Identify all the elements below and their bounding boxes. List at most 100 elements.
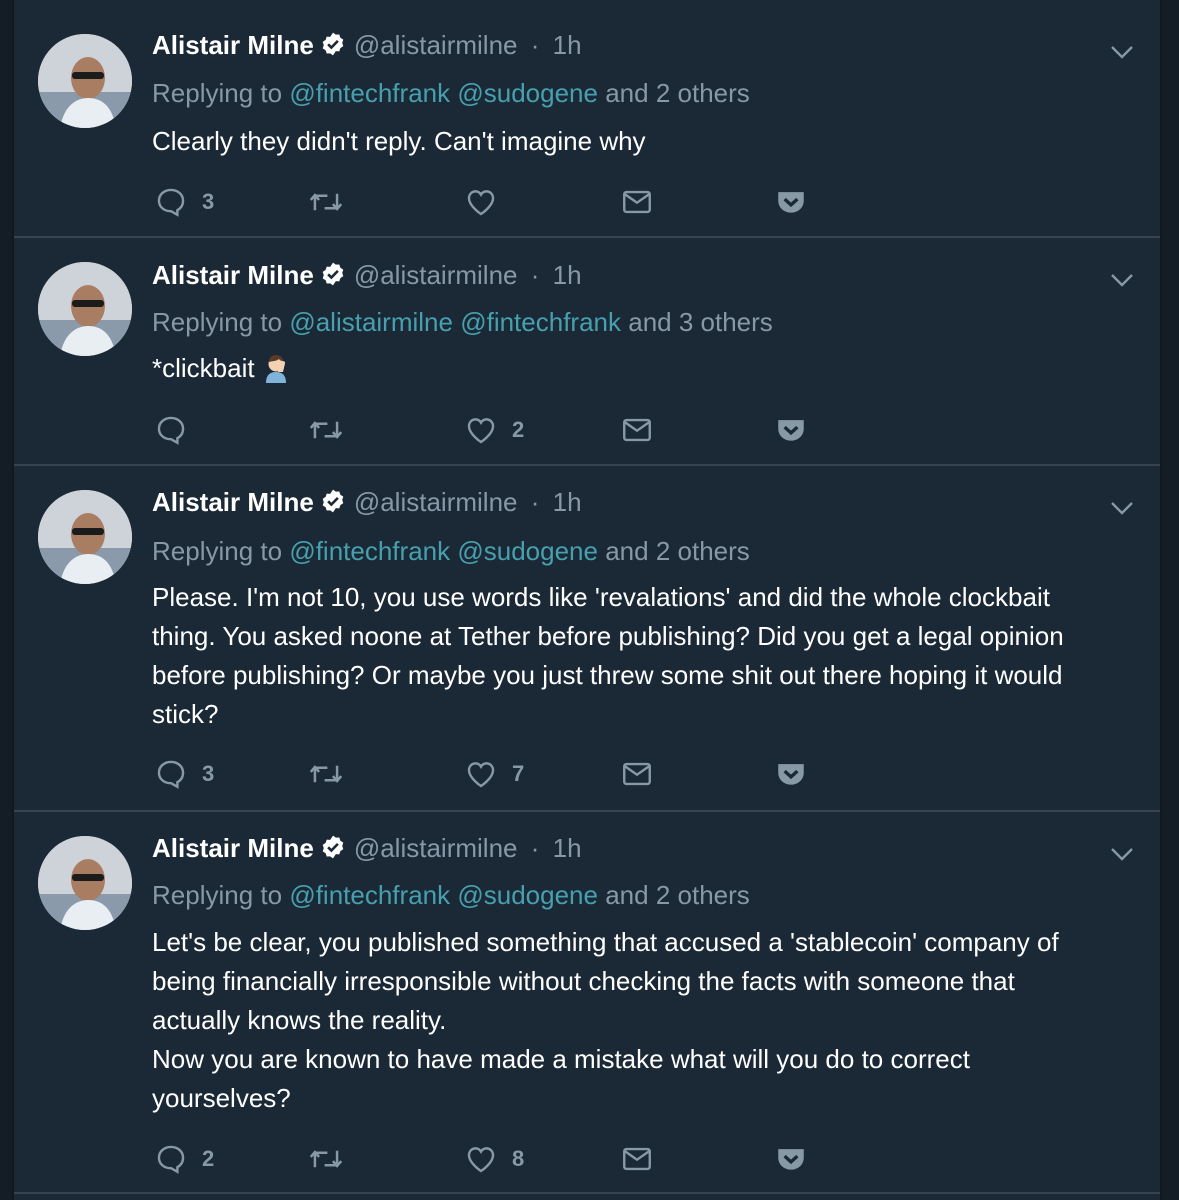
others-link[interactable]: and 2 others — [605, 536, 750, 566]
retweet-icon — [309, 193, 343, 211]
pocket-button[interactable] — [774, 756, 808, 792]
mention-link[interactable]: @sudogene — [457, 536, 598, 566]
like-button[interactable]: 8 — [464, 1141, 524, 1177]
replying-to: Replying to @alistairmilne @fintechfrank… — [152, 307, 773, 337]
reply-icon — [157, 760, 185, 789]
display-name[interactable]: Alistair Milne — [152, 487, 314, 517]
heart-icon — [467, 190, 495, 216]
handle[interactable]: @alistairmilne — [354, 260, 518, 290]
pocket-icon — [778, 192, 804, 213]
tweet[interactable]: Alistair Milne @alistairmilne · 1h Replyi… — [14, 238, 1160, 466]
like-count: 8 — [512, 1146, 525, 1171]
verified-badge-icon — [320, 31, 346, 63]
retweet-button[interactable] — [308, 756, 358, 792]
mention-link[interactable]: @fintechfrank — [289, 78, 450, 108]
like-button[interactable]: 2 — [464, 412, 524, 448]
display-name[interactable]: Alistair Milne — [152, 260, 314, 290]
replying-prefix: Replying to — [152, 78, 283, 108]
chevron-down-icon[interactable] — [1110, 272, 1134, 288]
timestamp[interactable]: 1h — [553, 30, 582, 60]
others-link[interactable]: and 2 others — [605, 78, 750, 108]
reply-icon — [157, 416, 185, 445]
retweet-button[interactable] — [308, 412, 358, 448]
verified-badge-icon — [320, 488, 346, 520]
tweet-text-line: Now you are known to have made a mistake… — [152, 1044, 970, 1074]
tweet-text-line: stick? — [152, 699, 219, 729]
replying-prefix: Replying to — [152, 880, 283, 910]
handle[interactable]: @alistairmilne — [354, 30, 518, 60]
pocket-icon — [778, 420, 804, 441]
tweet-text: Please. I'm not 10, you use words like '… — [152, 578, 1142, 734]
tweet-text-line: actually knows the reality. — [152, 1005, 447, 1035]
reply-count: 2 — [202, 1146, 215, 1171]
pocket-button[interactable] — [774, 184, 808, 220]
tweet[interactable]: Alistair Milne @alistairmilne · 1h Replyi… — [14, 0, 1160, 238]
chevron-down-icon[interactable] — [1110, 500, 1134, 516]
like-button[interactable] — [464, 184, 512, 220]
chevron-down-icon[interactable] — [1110, 846, 1134, 862]
reply-icon — [157, 1145, 185, 1174]
separator: · — [530, 833, 540, 863]
timestamp[interactable]: 1h — [553, 260, 582, 290]
mention-link[interactable]: @alistairmilne — [289, 307, 453, 337]
reply-button[interactable]: 3 — [154, 756, 214, 792]
man-facepalming-emoji — [261, 353, 291, 394]
reply-button[interactable]: 3 — [154, 184, 214, 220]
avatar[interactable] — [38, 34, 132, 128]
tweet[interactable]: Alistair Milne @alistairmilne · 1h Replyi… — [14, 812, 1160, 1194]
direct-message-button[interactable] — [620, 1141, 654, 1177]
pocket-button[interactable] — [774, 1141, 808, 1177]
chevron-down-icon[interactable] — [1110, 44, 1134, 60]
reply-button[interactable] — [154, 412, 202, 448]
replying-to: Replying to @fintechfrank @sudogene and … — [152, 880, 750, 910]
avatar[interactable] — [38, 836, 132, 930]
others-link[interactable]: and 2 others — [605, 880, 750, 910]
tweet-text-line: *clickbait — [152, 349, 1142, 394]
display-name[interactable]: Alistair Milne — [152, 30, 314, 60]
tweet-text-line: before publishing? Or maybe you just thr… — [152, 660, 1063, 690]
avatar[interactable] — [38, 490, 132, 584]
reply-icon — [157, 188, 185, 217]
replying-to: Replying to @fintechfrank @sudogene and … — [152, 536, 750, 566]
mention-link[interactable]: @fintechfrank — [289, 880, 450, 910]
tweet-feed: Alistair Milne @alistairmilne · 1h Replyi… — [12, 0, 1162, 1200]
pocket-icon — [778, 764, 804, 785]
avatar[interactable] — [38, 262, 132, 356]
tweet-text: Clearly they didn't reply. Can't imagine… — [152, 122, 1142, 161]
mention-link[interactable]: @fintechfrank — [460, 307, 621, 337]
tweet[interactable]: Alistair Milne @alistairmilne · 1h Replyi… — [14, 466, 1160, 812]
timestamp[interactable]: 1h — [553, 487, 582, 517]
direct-message-button[interactable] — [620, 184, 654, 220]
reply-count: 3 — [202, 189, 215, 214]
like-count: 2 — [512, 417, 525, 442]
replying-to: Replying to @fintechfrank @sudogene and … — [152, 78, 750, 108]
tweet-text-line: being financially irresponsible without … — [152, 966, 1015, 996]
tweet-text-line: Clearly they didn't reply. Can't imagine… — [152, 126, 646, 156]
envelope-icon — [623, 418, 651, 442]
mention-link[interactable]: @sudogene — [457, 78, 598, 108]
handle[interactable]: @alistairmilne — [354, 487, 518, 517]
display-name[interactable]: Alistair Milne — [152, 833, 314, 863]
tweet-text-span: *clickbait — [152, 353, 255, 383]
direct-message-button[interactable] — [620, 756, 654, 792]
handle[interactable]: @alistairmilne — [354, 833, 518, 863]
mention-link[interactable]: @sudogene — [457, 880, 598, 910]
separator: · — [530, 260, 540, 290]
retweet-icon — [309, 765, 343, 783]
separator: · — [530, 487, 540, 517]
retweet-button[interactable] — [308, 184, 358, 220]
separator: · — [530, 30, 540, 60]
tweet-text: *clickbait — [152, 349, 1142, 394]
mention-link[interactable]: @fintechfrank — [289, 536, 450, 566]
direct-message-button[interactable] — [620, 412, 654, 448]
envelope-icon — [623, 190, 651, 214]
timestamp[interactable]: 1h — [553, 833, 582, 863]
others-link[interactable]: and 3 others — [628, 307, 773, 337]
like-count: 7 — [512, 761, 525, 786]
heart-icon — [467, 418, 495, 444]
reply-count: 3 — [202, 761, 215, 786]
reply-button[interactable]: 2 — [154, 1141, 214, 1177]
retweet-button[interactable] — [308, 1141, 358, 1177]
pocket-button[interactable] — [774, 412, 808, 448]
like-button[interactable]: 7 — [464, 756, 524, 792]
